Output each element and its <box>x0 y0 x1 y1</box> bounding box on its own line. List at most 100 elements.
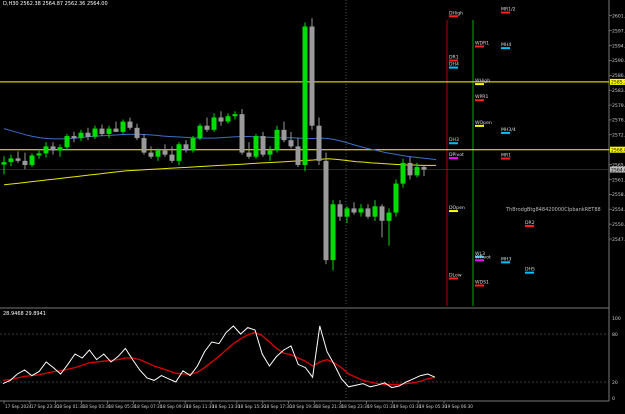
price-tick-label: 2579.60 <box>612 103 625 109</box>
candle-body[interactable] <box>225 116 231 122</box>
price-tick-label: 2572.40 <box>612 133 625 139</box>
chart-window[interactable]: 2601.20 2597.60 2594.00 2590.40 2586.80 2583.… <box>0 0 625 410</box>
candle-body[interactable] <box>379 206 385 221</box>
candle-body[interactable] <box>148 152 154 157</box>
time-tick-label: 18 Sep 11:30 <box>186 404 214 409</box>
pivot-level-label: MH3 <box>501 256 511 262</box>
price-tick-label: 2597.60 <box>612 28 625 34</box>
time-tick-label: 18 Sep 23:30 <box>341 404 369 409</box>
pivot-level-label: DR1 <box>449 55 459 61</box>
candle-body[interactable] <box>162 150 168 155</box>
time-tick-label: 19 Sep 05:30 <box>419 404 447 409</box>
candle-body[interactable] <box>22 160 28 165</box>
candle-body[interactable] <box>50 146 56 151</box>
candle-body[interactable] <box>85 132 91 137</box>
pivot-level-label: WDS1 <box>475 279 489 285</box>
time-tick-label: 17 Sep 23:30 <box>31 404 59 409</box>
candle-body[interactable] <box>43 146 49 154</box>
candle-body[interactable] <box>351 208 357 213</box>
candle-body[interactable] <box>127 121 133 128</box>
candle-body[interactable] <box>169 154 175 161</box>
candle-body[interactable] <box>295 146 301 165</box>
candle-body[interactable] <box>288 140 294 147</box>
time-tick-label: 18 Sep 09:30 <box>160 404 188 409</box>
candle-body[interactable] <box>211 117 217 130</box>
candle-body[interactable] <box>260 136 266 155</box>
candle-body[interactable] <box>15 158 21 161</box>
candle-body[interactable] <box>267 150 273 155</box>
osc-tick-label: 80 <box>612 332 618 338</box>
candle-body[interactable] <box>29 155 35 165</box>
candle-body[interactable] <box>330 204 336 261</box>
candle-body[interactable] <box>8 158 14 163</box>
candle-body[interactable] <box>316 125 322 161</box>
pivot-level-label: MR1 <box>501 153 511 159</box>
time-tick-label: 18 Sep 03:30 <box>83 404 111 409</box>
candle-body[interactable] <box>134 127 140 139</box>
candle-body[interactable] <box>232 114 238 117</box>
ma-yellow-series <box>4 158 436 186</box>
candle-body[interactable] <box>64 136 70 148</box>
candle-body[interactable] <box>197 125 203 139</box>
candle-body[interactable] <box>71 136 77 139</box>
candle-body[interactable] <box>155 150 161 157</box>
price-tick-label: 2601.20 <box>612 14 625 20</box>
candle-body[interactable] <box>309 26 315 126</box>
pivot-level-label: MR1/2 <box>501 7 516 13</box>
candle-body[interactable] <box>218 117 224 122</box>
price-tick-label: 2554.40 <box>612 207 625 213</box>
candle-body[interactable] <box>337 204 343 217</box>
candle-body[interactable] <box>57 147 63 151</box>
candle-body[interactable] <box>99 128 105 134</box>
pivot-level-label: DOpen <box>449 205 465 211</box>
pivot-level-label: DH4 <box>449 62 459 68</box>
pivot-level-label: MH4 <box>501 42 511 48</box>
chart-canvas[interactable]: 2601.20 2597.60 2594.00 2590.40 2586.80 2583.… <box>0 0 625 410</box>
candle-body[interactable] <box>344 208 350 217</box>
price-tick-label: 2561.60 <box>612 177 625 183</box>
candle-body[interactable] <box>365 208 371 217</box>
candle-body[interactable] <box>239 114 245 153</box>
pivot-level-label: DHigh <box>449 10 463 16</box>
candle-body[interactable] <box>78 132 84 139</box>
candle-body[interactable] <box>246 152 252 157</box>
candle-body[interactable] <box>407 162 413 176</box>
price-tick-label: 2576.00 <box>612 118 625 124</box>
candle-body[interactable] <box>386 212 392 221</box>
time-tick-label: 19 Sep 03:30 <box>393 404 421 409</box>
candle-body[interactable] <box>106 128 112 134</box>
candle-body[interactable] <box>176 144 182 161</box>
candle-body[interactable] <box>372 206 378 217</box>
candle-body[interactable] <box>1 162 7 165</box>
candle-body[interactable] <box>400 162 406 184</box>
pivot-level-label: DR2 <box>525 220 535 226</box>
candle-body[interactable] <box>358 208 364 213</box>
pivot-level-label: WPivot <box>475 254 491 260</box>
price-tick-label: 2590.40 <box>612 58 625 64</box>
candle-body[interactable] <box>190 138 196 151</box>
candle-body[interactable] <box>274 129 280 151</box>
price-tick-label: 2586.80 <box>612 73 625 79</box>
price-tick-label: 2558.00 <box>612 192 625 198</box>
candle-body[interactable] <box>183 144 189 151</box>
time-tick-label: 18 Sep 17:30 <box>264 404 292 409</box>
candle-body[interactable] <box>120 121 126 132</box>
candle-body[interactable] <box>414 167 420 176</box>
candle-body[interactable] <box>302 26 308 165</box>
candle-body[interactable] <box>393 183 399 213</box>
candle-body[interactable] <box>281 129 287 141</box>
candle-body[interactable] <box>253 136 259 157</box>
time-tick-label: 18 Sep 19:30 <box>290 404 318 409</box>
candle-body[interactable] <box>92 128 98 137</box>
time-tick-label: 18 Sep 15:30 <box>238 404 266 409</box>
candle-body[interactable] <box>113 128 119 132</box>
candle-body[interactable] <box>204 125 210 130</box>
candle-body[interactable] <box>421 167 427 170</box>
candle-body[interactable] <box>323 160 329 261</box>
time-tick-label: 18 Sep 13:30 <box>212 404 240 409</box>
pivot-level-label: WDR1 <box>475 40 489 46</box>
candle-body[interactable] <box>141 138 147 153</box>
price-highlight-label: 2568.80 <box>611 147 625 153</box>
candle-body[interactable] <box>36 153 42 156</box>
price-highlight-label: 2585.20 <box>611 80 625 86</box>
